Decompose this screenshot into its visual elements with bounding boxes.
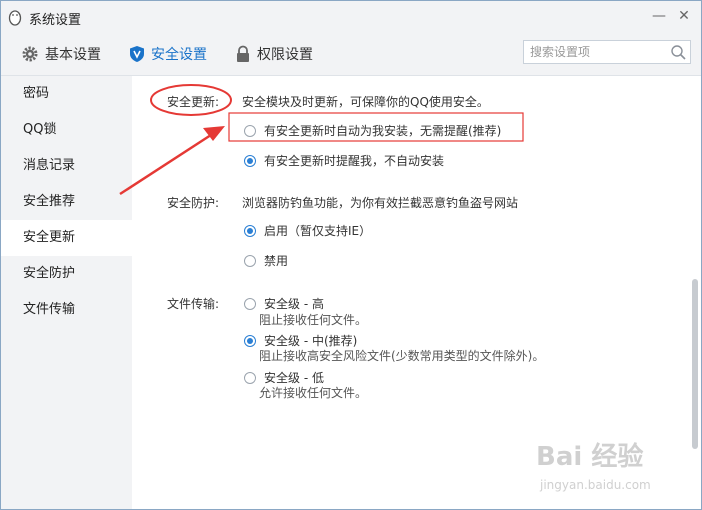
- sidebar-item-qq-lock[interactable]: QQ锁: [1, 112, 132, 148]
- update-option-auto-label: 有安全更新时自动为我安装，无需提醒(推荐): [264, 124, 502, 138]
- title-bar: 系统设置 — ✕: [1, 1, 701, 32]
- protect-description: 浏览器防钓鱼功能，为你有效拦截恶意钓鱼盗号网站: [242, 196, 519, 210]
- radio-button[interactable]: [244, 254, 256, 267]
- protect-option-disable[interactable]: 禁用: [244, 252, 288, 269]
- tab-basic-settings[interactable]: 基本设置: [21, 43, 101, 65]
- transfer-option-medium-sub: 阻止接收高安全风险文件(少数常用类型的文件除外)。: [259, 349, 545, 363]
- settings-toolbar: 基本设置 安全设置 权限设置: [1, 32, 701, 76]
- radio-button-checked[interactable]: [244, 154, 256, 167]
- tab-security-settings[interactable]: 安全设置: [129, 43, 207, 65]
- transfer-label: 文件传输:: [167, 297, 220, 311]
- update-label: 安全更新:: [167, 95, 220, 109]
- penguin-icon: [8, 10, 22, 26]
- transfer-option-high-sub: 阻止接收任何文件。: [259, 313, 368, 327]
- vertical-scrollbar[interactable]: [692, 279, 698, 449]
- radio-button[interactable]: [244, 297, 256, 310]
- sidebar-item-security-recommend[interactable]: 安全推荐: [1, 184, 132, 220]
- gear-icon: [22, 46, 38, 62]
- window-title: 系统设置: [29, 13, 82, 28]
- search-input[interactable]: [524, 41, 676, 63]
- search-icon[interactable]: [670, 44, 686, 60]
- radio-button-checked[interactable]: [244, 224, 256, 237]
- sidebar-item-security-protection[interactable]: 安全防护: [1, 256, 132, 292]
- tab-permission-settings[interactable]: 权限设置: [235, 43, 313, 65]
- sidebar-item-security-update[interactable]: 安全更新: [1, 220, 132, 256]
- close-button[interactable]: ✕: [674, 7, 694, 25]
- sidebar-item-file-transfer[interactable]: 文件传输: [1, 292, 132, 328]
- sidebar-item-password[interactable]: 密码: [1, 76, 132, 112]
- protect-label: 安全防护:: [167, 196, 220, 210]
- shield-icon: [130, 46, 144, 62]
- radio-button[interactable]: [244, 371, 256, 384]
- update-description: 安全模块及时更新，可保障你的QQ使用安全。: [242, 95, 489, 109]
- protect-option-enable-label: 启用（暂仅支持IE）: [264, 224, 372, 238]
- watermark-url: jingyan.baidu.com: [540, 478, 651, 492]
- tab-basic-label: 基本设置: [45, 47, 101, 63]
- transfer-option-low-sub: 允许接收任何文件。: [259, 386, 368, 400]
- protect-option-enable[interactable]: 启用（暂仅支持IE）: [244, 222, 371, 239]
- lock-icon: [237, 45, 249, 62]
- protect-option-disable-label: 禁用: [264, 254, 289, 268]
- sidebar: 密码 QQ锁 消息记录 安全推荐 安全更新 安全防护 文件传输: [1, 76, 132, 509]
- tab-security-label: 安全设置: [151, 47, 207, 63]
- sidebar-item-message-history[interactable]: 消息记录: [1, 148, 132, 184]
- transfer-option-high-label: 安全级 - 高: [264, 297, 324, 311]
- tab-permission-label: 权限设置: [257, 47, 313, 63]
- minimize-button[interactable]: —: [649, 7, 669, 25]
- update-option-notify-label: 有安全更新时提醒我，不自动安装: [264, 154, 445, 168]
- radio-button-checked[interactable]: [244, 334, 256, 347]
- transfer-option-high[interactable]: 安全级 - 高: [244, 295, 324, 312]
- update-option-notify[interactable]: 有安全更新时提醒我，不自动安装: [244, 152, 444, 169]
- radio-button[interactable]: [244, 124, 256, 137]
- search-box: [523, 40, 691, 64]
- update-option-auto[interactable]: 有安全更新时自动为我安装，无需提醒(推荐): [244, 122, 501, 139]
- watermark-logo: Bai 经验: [536, 442, 644, 472]
- settings-window: 系统设置 — ✕ 基本设置 安全设置 权限设置 搜索设置项 密码 QQ锁 消息记…: [0, 0, 702, 510]
